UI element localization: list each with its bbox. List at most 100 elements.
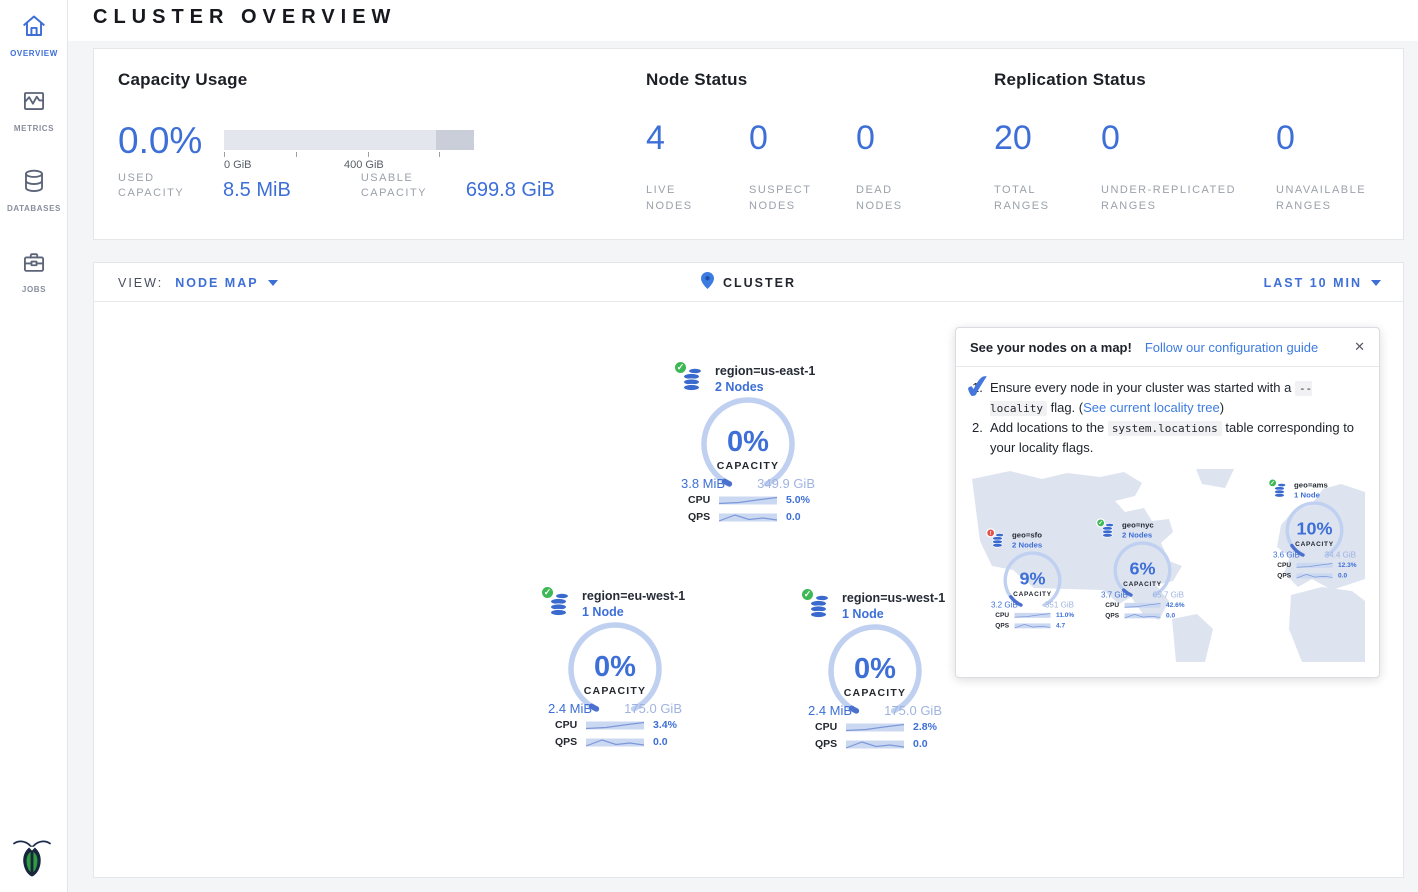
usable-capacity-value: 699.8 GiB xyxy=(466,180,555,201)
stat-suspect-nodes: 0SUSPECT NODES xyxy=(749,120,856,214)
healthy-check-badge: ✓ xyxy=(1268,478,1277,487)
cpu-label: CPU xyxy=(1277,561,1296,568)
check-icon: ✔ xyxy=(961,365,994,407)
node-total-capacity: 175.0 GiB xyxy=(624,701,682,716)
capacity-gauge-label: CAPACITY xyxy=(540,685,690,697)
section-title: Capacity Usage xyxy=(118,69,638,90)
chevron-down-icon xyxy=(1371,280,1381,286)
qps-value: 0.0 xyxy=(913,738,928,750)
qps-sparkline xyxy=(846,739,904,750)
capacity-bar: 0 GiB 400 GiB xyxy=(224,130,474,162)
section-title: Node Status xyxy=(646,69,936,90)
page-title: CLUSTER OVERVIEW xyxy=(93,6,396,29)
region-label: geo=nyc xyxy=(1122,520,1154,529)
region-nodes-link[interactable]: 1 Node xyxy=(842,607,884,621)
close-icon[interactable]: ✕ xyxy=(1354,339,1365,355)
region-node: ✓region=us-west-11 Node0%CAPACITY2.4 MiB… xyxy=(800,585,950,755)
sidebar-item-metrics[interactable]: METRICS xyxy=(0,88,68,133)
databases-icon xyxy=(21,168,47,199)
section-title: Replication Status xyxy=(994,69,1386,90)
qps-label: QPS xyxy=(555,736,586,748)
qps-sparkline xyxy=(1125,612,1161,619)
sidebar-item-jobs[interactable]: JOBS xyxy=(0,249,68,294)
node-used-capacity: 3.8 MiB xyxy=(681,476,725,491)
guide-steps: 1.Ensure every node in your cluster was … xyxy=(972,378,1363,459)
sidebar-item-overview[interactable]: OVERVIEW xyxy=(0,13,68,58)
qps-label: QPS xyxy=(1105,611,1124,618)
metrics-icon xyxy=(21,88,47,119)
sidebar-item-label: DATABASES xyxy=(7,204,61,213)
capacity-gauge-label: CAPACITY xyxy=(1268,540,1361,547)
qps-sparkline xyxy=(586,737,644,748)
region-node: ✓region=eu-west-11 Node0%CAPACITY2.4 MiB… xyxy=(540,583,690,753)
cockroachdb-logo xyxy=(12,837,52,884)
region-label: geo=ams xyxy=(1294,480,1328,489)
mini-region-node: ✓geo=nyc2 Nodes6%CAPACITY3.7 GiB65.7 GiB… xyxy=(1096,517,1189,622)
capacity-gauge-percent: 10% xyxy=(1268,520,1361,538)
region-nodes-link[interactable]: 1 Node xyxy=(582,605,624,619)
usable-capacity-label: USABLE CAPACITY xyxy=(361,171,449,201)
popup-title: See your nodes on a map! xyxy=(970,340,1132,355)
example-map-image: !geo=sfo2 Nodes9%CAPACITY3.2 GiB351 GiBC… xyxy=(972,469,1365,662)
healthy-check-badge: ✓ xyxy=(540,585,555,600)
region-node: ✓region=us-east-12 Nodes0%CAPACITY3.8 Mi… xyxy=(673,358,823,528)
region-nodes-link: 2 Nodes xyxy=(1012,540,1042,549)
node-status-section: Node Status 4LIVE NODES 0SUSPECT NODES 0… xyxy=(646,69,936,214)
cpu-label: CPU xyxy=(688,494,719,506)
qps-label: QPS xyxy=(995,621,1014,628)
region-nodes-link[interactable]: 2 Nodes xyxy=(715,380,764,394)
qps-sparkline xyxy=(719,512,777,523)
qps-value: 0.0 xyxy=(1166,611,1175,618)
region-nodes-link: 1 Node xyxy=(1294,490,1320,499)
capacity-bar-segment xyxy=(436,130,474,150)
capacity-gauge-percent: 6% xyxy=(1096,560,1189,578)
cluster-summary-panel: Capacity Usage 0.0% 0 GiB 400 GiB USED C… xyxy=(93,48,1404,240)
cpu-value: 11.0% xyxy=(1056,611,1074,618)
used-capacity-label: USED CAPACITY xyxy=(118,171,206,201)
guide-step: 2.Add locations to the system.locations … xyxy=(972,418,1363,458)
region-label: region=us-west-1 xyxy=(842,591,945,605)
cpu-value: 3.4% xyxy=(653,719,677,731)
qps-label: QPS xyxy=(688,511,719,523)
used-capacity-value: 8.5 MiB xyxy=(223,180,291,201)
region-label: region=eu-west-1 xyxy=(582,589,685,603)
home-icon xyxy=(21,13,47,44)
stat-unavailable-ranges: 0UNAVAILABLE RANGES xyxy=(1276,120,1386,214)
node-used-capacity: 3.6 GiB xyxy=(1273,550,1300,559)
configuration-guide-link[interactable]: Follow our configuration guide xyxy=(1145,340,1318,355)
cpu-label: CPU xyxy=(555,719,586,731)
capacity-percent-value: 0.0% xyxy=(118,120,224,162)
sidebar: OVERVIEW METRICS DATABASES JOBS xyxy=(0,0,68,892)
stat-live-nodes: 4LIVE NODES xyxy=(646,120,749,214)
qps-sparkline xyxy=(1297,572,1333,579)
node-map-panel: VIEW: NODE MAP CLUSTER LAST 10 MIN ✓regi… xyxy=(93,262,1404,878)
cpu-value: 42.6% xyxy=(1166,601,1184,608)
sidebar-item-label: JOBS xyxy=(22,285,46,294)
node-total-capacity: 349.9 GiB xyxy=(757,476,815,491)
time-range-dropdown[interactable]: LAST 10 MIN xyxy=(1264,263,1381,302)
capacity-gauge-label: CAPACITY xyxy=(986,590,1079,597)
cpu-label: CPU xyxy=(1105,601,1124,608)
stat-total-ranges: 20TOTAL RANGES xyxy=(994,120,1101,214)
locality-guide-popup: See your nodes on a map! Follow our conf… xyxy=(955,327,1380,678)
node-total-capacity: 34.4 GiB xyxy=(1325,550,1356,559)
region-label: geo=sfo xyxy=(1012,530,1042,539)
cpu-sparkline xyxy=(1015,611,1051,618)
capacity-gauge-label: CAPACITY xyxy=(800,687,950,699)
stat-under-replicated-ranges: 0UNDER-REPLICATED RANGES xyxy=(1101,120,1276,214)
locality-tree-link[interactable]: See current locality tree xyxy=(1083,400,1220,415)
replication-status-section: Replication Status 20TOTAL RANGES 0UNDER… xyxy=(994,69,1386,214)
code-chip: system.locations xyxy=(1108,421,1222,436)
cpu-sparkline xyxy=(1297,561,1333,568)
cpu-label: CPU xyxy=(995,611,1014,618)
sidebar-item-databases[interactable]: DATABASES xyxy=(0,168,68,213)
capacity-gauge-label: CAPACITY xyxy=(1096,580,1189,587)
guide-step: 1.Ensure every node in your cluster was … xyxy=(972,378,1363,418)
sidebar-item-label: METRICS xyxy=(14,124,54,133)
qps-value: 0.0 xyxy=(786,511,801,523)
locality-breadcrumb[interactable]: CLUSTER xyxy=(723,276,796,290)
jobs-icon xyxy=(21,249,47,280)
capacity-gauge-percent: 9% xyxy=(986,570,1079,588)
capacity-gauge-label: CAPACITY xyxy=(673,460,823,472)
qps-value: 0.0 xyxy=(1338,571,1347,578)
